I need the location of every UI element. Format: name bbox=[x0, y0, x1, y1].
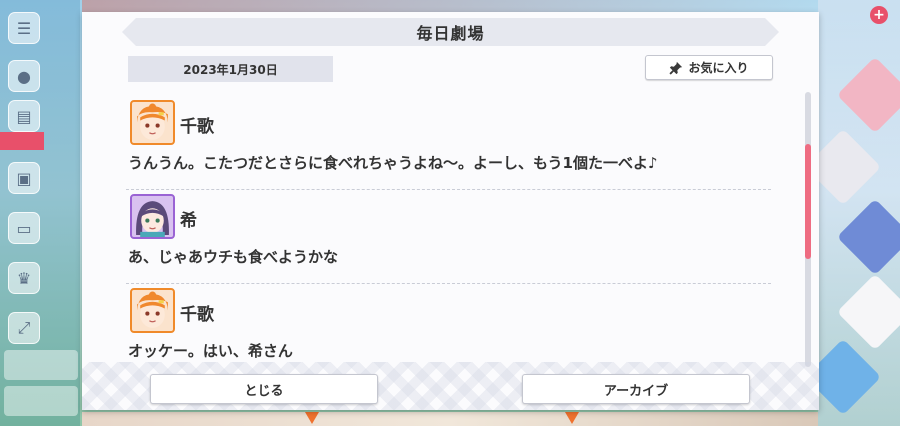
fullscreen-icon[interactable]: ⤢ bbox=[8, 312, 40, 344]
close-button[interactable]: とじる bbox=[150, 374, 378, 404]
screen-icon[interactable]: ▭ bbox=[8, 212, 40, 244]
menu-diamond-3[interactable] bbox=[836, 198, 900, 276]
scrollbar[interactable] bbox=[805, 92, 811, 367]
chika-avatar bbox=[130, 288, 175, 333]
nozomi-avatar bbox=[130, 194, 175, 239]
favorite-label: お気に入り bbox=[688, 61, 749, 75]
speaker-name: 希 bbox=[180, 211, 197, 231]
speaker-name: 千歌 bbox=[180, 305, 214, 325]
favorite-button[interactable]: お気に入り bbox=[645, 55, 773, 80]
chat-icon[interactable]: ● bbox=[8, 60, 40, 92]
daily-theater-dialog: 毎日劇場 2023年1月30日 お気に入り 千歌 うんうん。こたつだとさらに食べ… bbox=[82, 12, 819, 410]
date-label: 2023年1月30日 bbox=[128, 56, 333, 82]
dialogue-entry: 千歌 うんうん。こたつだとさらに食べれちゃうよね〜。よーし、もう1個た一べよ♪ bbox=[126, 96, 771, 190]
pin-icon bbox=[669, 61, 683, 75]
scrollbar-thumb[interactable] bbox=[805, 144, 811, 259]
accessory-button[interactable] bbox=[4, 350, 78, 380]
archive-button[interactable]: アーカイブ bbox=[522, 374, 750, 404]
news-icon[interactable]: ▤ bbox=[8, 100, 40, 132]
background-right-menu: + bbox=[804, 0, 900, 426]
menu-diamond-4[interactable] bbox=[836, 273, 900, 351]
chika-avatar bbox=[130, 100, 175, 145]
dialog-title: 毎日劇場 bbox=[122, 18, 779, 46]
background-left-menu: ☰ ● ▤ ▣ ▭ ♛ ⤢ bbox=[0, 0, 80, 426]
gift-icon[interactable]: ▣ bbox=[8, 162, 40, 194]
dialogue-text: うんうん。こたつだとさらに食べれちゃうよね〜。よーし、もう1個た一べよ♪ bbox=[128, 154, 658, 172]
speaker-name: 千歌 bbox=[180, 117, 214, 137]
dialogue-list[interactable]: 千歌 うんうん。こたつだとさらに食べれちゃうよね〜。よーし、もう1個た一べよ♪ … bbox=[126, 96, 776, 366]
menu-diamond-1[interactable] bbox=[836, 56, 900, 134]
item-button[interactable] bbox=[4, 386, 78, 416]
cone-icon bbox=[305, 412, 319, 424]
trophy-icon[interactable]: ♛ bbox=[8, 262, 40, 294]
dialogue-text: オッケー。はい、希さん bbox=[128, 342, 293, 360]
dialogue-entry: 千歌 オッケー。はい、希さん bbox=[126, 284, 771, 366]
event-tab[interactable] bbox=[0, 132, 44, 150]
cone-icon bbox=[565, 412, 579, 424]
menu-icon[interactable]: ☰ bbox=[8, 12, 40, 44]
plus-icon[interactable]: + bbox=[870, 6, 888, 24]
dialogue-entry: 希 あ、じゃあウチも食べようかな bbox=[126, 190, 771, 284]
background-bottom-strip bbox=[82, 412, 818, 426]
dialogue-text: あ、じゃあウチも食べようかな bbox=[128, 248, 339, 266]
